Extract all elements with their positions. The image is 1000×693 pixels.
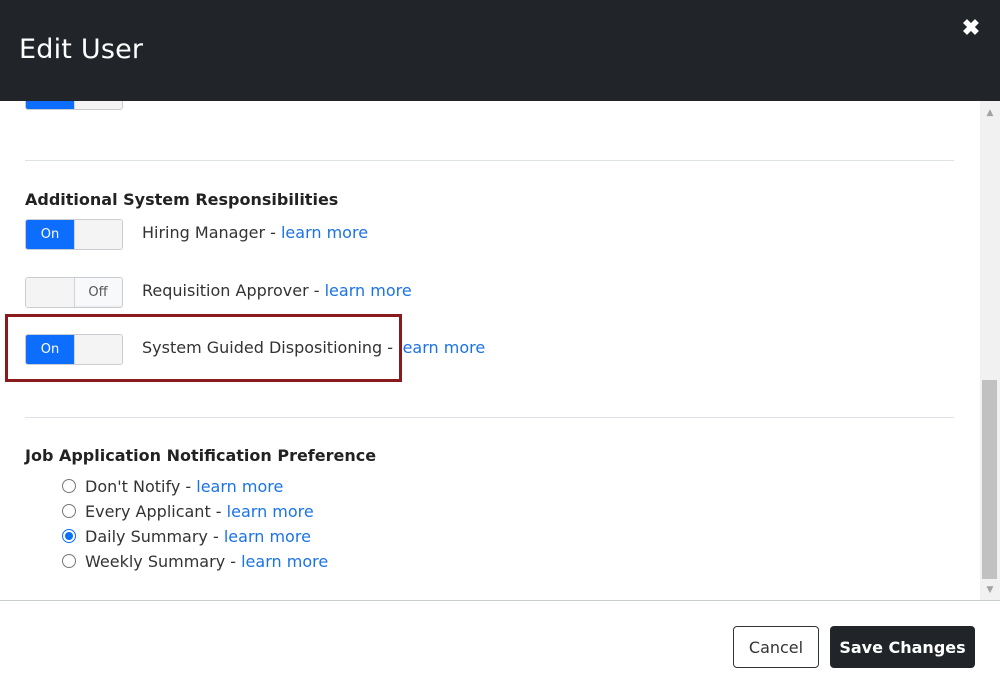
radio-label: Weekly Summary - (85, 552, 242, 571)
toggle-knob (26, 278, 75, 307)
scrollbar-thumb[interactable] (982, 380, 997, 579)
radio-label: Every Applicant - (85, 502, 227, 521)
weekly-summary-learn-more-link[interactable]: learn more (241, 552, 328, 571)
modal-footer: Cancel Save Changes (0, 600, 1000, 693)
close-button[interactable]: ✖ (961, 16, 981, 40)
highlight-annotation-box (5, 314, 402, 382)
responsibilities-heading: Additional System Responsibilities (25, 190, 339, 209)
cancel-button[interactable]: Cancel (733, 626, 819, 668)
modal-body: Additional System Responsibilities On Hi… (0, 101, 980, 600)
radio-every-applicant[interactable]: Every Applicant - learn more (62, 501, 314, 523)
hiring-manager-learn-more-link[interactable]: learn more (281, 223, 368, 242)
radio-weekly-summary[interactable]: Weekly Summary - learn more (62, 551, 328, 573)
partial-toggle[interactable] (25, 101, 123, 110)
dont-notify-learn-more-link[interactable]: learn more (196, 477, 283, 496)
radio-daily-summary[interactable]: Daily Summary - learn more (62, 526, 311, 548)
radio-button[interactable] (62, 553, 76, 568)
scroll-down-arrow-icon[interactable]: ▼ (980, 582, 1000, 598)
radio-label: Don't Notify - (85, 477, 197, 496)
radio-button[interactable] (62, 503, 76, 518)
hiring-manager-label: Hiring Manager - learn more (142, 222, 368, 244)
toggle-knob (74, 101, 122, 109)
notifications-heading: Job Application Notification Preference (25, 446, 377, 465)
radio-dont-notify[interactable]: Don't Notify - learn more (62, 476, 283, 498)
toggle-on-label: On (26, 220, 74, 249)
daily-summary-learn-more-link[interactable]: learn more (224, 527, 311, 546)
partial-label-clip (142, 101, 234, 103)
requisition-approver-text: Requisition Approver - (142, 281, 325, 300)
close-icon: ✖ (961, 15, 981, 40)
scroll-up-arrow-icon[interactable]: ▲ (980, 105, 1000, 121)
divider (25, 417, 954, 418)
toggle-knob (74, 220, 122, 249)
requisition-approver-label: Requisition Approver - learn more (142, 280, 412, 302)
vertical-scrollbar[interactable]: ▲ ▼ (980, 101, 1000, 600)
requisition-approver-learn-more-link[interactable]: learn more (325, 281, 412, 300)
requisition-approver-toggle[interactable]: Off (25, 277, 123, 308)
toggle-off-label: Off (88, 285, 108, 300)
every-applicant-learn-more-link[interactable]: learn more (227, 502, 314, 521)
radio-label: Daily Summary - (85, 527, 224, 546)
hiring-manager-text: Hiring Manager - (142, 223, 281, 242)
radio-button-checked[interactable] (62, 528, 76, 543)
divider (25, 160, 954, 161)
modal-header: Edit User ✖ (0, 0, 1000, 101)
radio-button[interactable] (62, 478, 76, 493)
hiring-manager-toggle[interactable]: On (25, 219, 123, 250)
system-guided-dispositioning-learn-more-link[interactable]: learn more (398, 338, 485, 357)
toggle-on-label (26, 101, 74, 109)
modal-title: Edit User (19, 34, 144, 65)
save-changes-button[interactable]: Save Changes (830, 626, 975, 668)
